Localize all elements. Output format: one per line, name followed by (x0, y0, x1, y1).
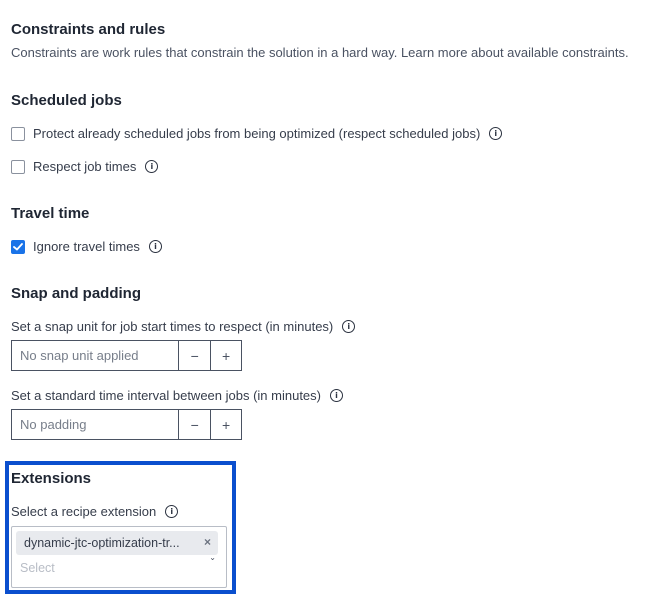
extension-search-input[interactable]: Select (20, 561, 55, 575)
respect-job-times-option[interactable]: Respect job times i (11, 159, 159, 174)
respect-job-times-checkbox[interactable] (11, 159, 25, 174)
padding-input[interactable]: No padding (12, 410, 180, 439)
protect-scheduled-jobs-option[interactable]: Protect already scheduled jobs from bein… (11, 126, 503, 141)
snap-unit-input[interactable]: No snap unit applied (12, 341, 180, 370)
padding-label: Set a standard time interval between job… (11, 388, 321, 403)
snap-unit-stepper: No snap unit applied − + (11, 340, 242, 371)
ignore-travel-times-option[interactable]: Ignore travel times i (11, 239, 162, 254)
info-icon[interactable]: i (330, 389, 343, 402)
recipe-extension-label: Select a recipe extension (11, 504, 157, 519)
padding-label-row: Set a standard time interval between job… (11, 388, 343, 403)
ignore-travel-times-checkbox[interactable] (11, 239, 25, 254)
padding-increment-button[interactable]: + (210, 410, 241, 439)
info-icon[interactable]: i (165, 505, 179, 518)
recipe-extension-select[interactable]: dynamic-jtc-optimization-tr... × ⌄ Selec… (11, 526, 227, 588)
scheduled-jobs-title: Scheduled jobs (11, 92, 122, 109)
chevron-down-icon[interactable]: ⌄ (209, 553, 216, 562)
recipe-extension-label-row: Select a recipe extension i (11, 504, 179, 519)
constraints-description: Constraints are work rules that constrai… (11, 45, 629, 60)
padding-stepper: No padding − + (11, 409, 242, 440)
ignore-travel-times-label: Ignore travel times (33, 239, 140, 254)
padding-decrement-button[interactable]: − (179, 410, 210, 439)
constraints-title: Constraints and rules (11, 21, 166, 38)
info-icon[interactable]: i (342, 320, 356, 333)
protect-scheduled-jobs-label: Protect already scheduled jobs from bein… (33, 126, 481, 141)
respect-job-times-label: Respect job times (33, 159, 137, 174)
snap-unit-label: Set a snap unit for job start times to r… (11, 319, 334, 334)
protect-scheduled-jobs-checkbox[interactable] (11, 126, 25, 141)
snap-unit-label-row: Set a snap unit for job start times to r… (11, 319, 356, 334)
info-icon[interactable]: i (145, 160, 159, 173)
info-icon[interactable]: i (148, 240, 162, 253)
travel-time-title: Travel time (11, 205, 90, 222)
selected-extension-label: dynamic-jtc-optimization-tr... (24, 536, 180, 550)
check-icon (13, 242, 23, 250)
snap-unit-increment-button[interactable]: + (210, 341, 241, 370)
remove-icon[interactable]: × (204, 535, 211, 549)
extensions-title: Extensions (11, 470, 92, 487)
snap-padding-title: Snap and padding (11, 285, 141, 302)
info-icon[interactable]: i (489, 127, 503, 140)
snap-unit-decrement-button[interactable]: − (179, 341, 210, 370)
selected-extension-chip: dynamic-jtc-optimization-tr... × (16, 531, 218, 555)
